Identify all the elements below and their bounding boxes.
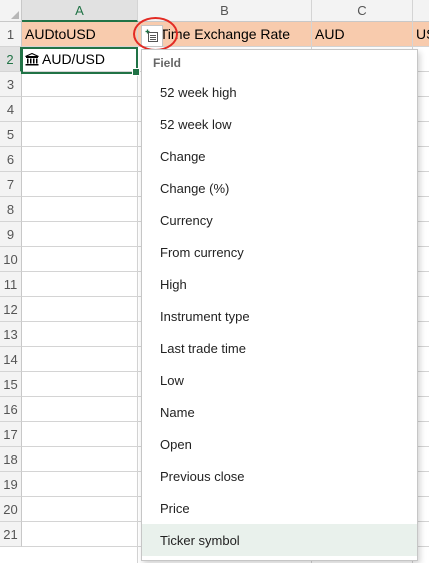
cell-b1[interactable]: l-Time Exchange Rate — [138, 22, 312, 47]
column-header-a[interactable]: A — [22, 0, 138, 22]
select-all-corner[interactable] — [0, 0, 22, 22]
field-dropdown[interactable]: Field 52 week high 52 week low Change Ch… — [141, 49, 418, 561]
insert-data-button[interactable] — [141, 25, 163, 47]
field-option-ticker-symbol[interactable]: Ticker symbol — [142, 524, 417, 556]
row-header-13[interactable]: 13 — [0, 322, 22, 347]
field-option-price[interactable]: Price — [142, 492, 417, 524]
row-header-15[interactable]: 15 — [0, 372, 22, 397]
column-header-d[interactable] — [413, 0, 429, 22]
row-header-1[interactable]: 1 — [0, 22, 22, 47]
field-option-open[interactable]: Open — [142, 428, 417, 460]
field-option-low[interactable]: Low — [142, 364, 417, 396]
row-header-20[interactable]: 20 — [0, 497, 22, 522]
row-header-16[interactable]: 16 — [0, 397, 22, 422]
cell-a1[interactable]: AUDtoUSD — [22, 22, 138, 47]
cell-d1[interactable]: US — [413, 22, 429, 47]
row-header-4[interactable]: 4 — [0, 97, 22, 122]
field-option-instrument-type[interactable]: Instrument type — [142, 300, 417, 332]
row-header-3[interactable]: 3 — [0, 72, 22, 97]
cell-a2-value: AUD/USD — [42, 51, 106, 67]
row-header-19[interactable]: 19 — [0, 472, 22, 497]
row-header-6[interactable]: 6 — [0, 147, 22, 172]
row-header-11[interactable]: 11 — [0, 272, 22, 297]
field-option-name[interactable]: Name — [142, 396, 417, 428]
field-option-52-week-high[interactable]: 52 week high — [142, 76, 417, 108]
row-header-8[interactable]: 8 — [0, 197, 22, 222]
row-header-18[interactable]: 18 — [0, 447, 22, 472]
field-option-last-trade-time[interactable]: Last trade time — [142, 332, 417, 364]
field-option-change-percent[interactable]: Change (%) — [142, 172, 417, 204]
column-header-b[interactable]: B — [138, 0, 312, 22]
cell-a2[interactable]: AUD/USD — [22, 47, 138, 72]
field-option-52-week-low[interactable]: 52 week low — [142, 108, 417, 140]
field-option-previous-close[interactable]: Previous close — [142, 460, 417, 492]
row-header-17[interactable]: 17 — [0, 422, 22, 447]
row-header-10[interactable]: 10 — [0, 247, 22, 272]
row-header-9[interactable]: 9 — [0, 222, 22, 247]
cell-c1[interactable]: AUD — [312, 22, 413, 47]
field-option-change[interactable]: Change — [142, 140, 417, 172]
field-option-currency[interactable]: Currency — [142, 204, 417, 236]
column-header-c[interactable]: C — [312, 0, 413, 22]
field-option-high[interactable]: High — [142, 268, 417, 300]
field-option-from-currency[interactable]: From currency — [142, 236, 417, 268]
insert-data-icon — [145, 29, 158, 42]
row-header-7[interactable]: 7 — [0, 172, 22, 197]
row-header-5[interactable]: 5 — [0, 122, 22, 147]
row-header-12[interactable]: 12 — [0, 297, 22, 322]
dropdown-header: Field — [153, 56, 182, 70]
row-header-14[interactable]: 14 — [0, 347, 22, 372]
bank-building-icon — [25, 52, 39, 66]
row-header-2[interactable]: 2 — [0, 47, 22, 72]
row-header-21[interactable]: 21 — [0, 522, 22, 547]
